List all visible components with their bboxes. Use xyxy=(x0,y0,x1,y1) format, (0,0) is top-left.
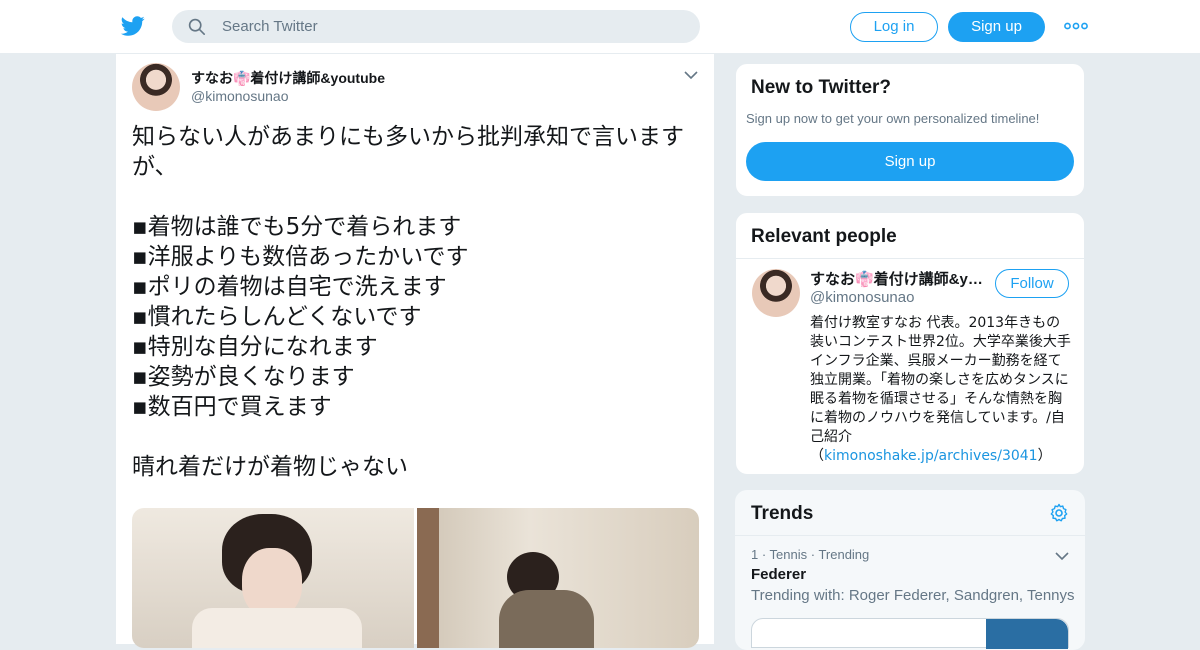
trend-item[interactable]: 1 · Tennis · Trending Federer Trending w… xyxy=(751,547,1081,604)
person-handle[interactable]: @kimonosunao xyxy=(810,289,914,306)
sidebar-signup-button[interactable]: Sign up xyxy=(746,142,1074,181)
tweet-photo-2[interactable] xyxy=(417,508,699,648)
tweet-line xyxy=(132,422,704,452)
tweet-line: ▪︎着物は誰でも5分で着られます xyxy=(132,214,462,240)
signup-button[interactable]: Sign up xyxy=(948,12,1045,42)
tweet-line: ▪︎特別な自分になれます xyxy=(132,334,378,360)
photo-kimono xyxy=(499,590,594,648)
tweet-line: 晴れ着だけが着物じゃない xyxy=(132,454,408,480)
trend-media-preview[interactable] xyxy=(751,618,1069,649)
trend-name[interactable]: Federer xyxy=(751,566,1081,583)
photo-kimono xyxy=(192,608,362,648)
trends-title: Trends xyxy=(751,503,814,524)
tweet-text: 知らない人があまりにも多いから批判承知で言います が、 ▪︎着物は誰でも5分で着… xyxy=(132,122,704,482)
new-to-twitter-card: New to Twitter? Sign up now to get your … xyxy=(735,63,1085,197)
search-input[interactable] xyxy=(222,10,682,43)
person-bio-end: ） xyxy=(1037,448,1052,464)
login-button[interactable]: Log in xyxy=(850,12,938,42)
person-name[interactable]: すなお👘着付け講師&y… xyxy=(810,268,983,289)
gear-icon[interactable] xyxy=(1049,503,1069,523)
relevant-people-card: Relevant people すなお👘着付け講師&y… @kimonosuna… xyxy=(735,212,1085,475)
person-avatar[interactable] xyxy=(752,269,800,317)
divider xyxy=(735,535,1085,536)
top-navigation-bar: Log in Sign up xyxy=(0,0,1200,54)
follow-button[interactable]: Follow xyxy=(995,269,1069,298)
author-name[interactable]: すなお👘着付け講師&youtube xyxy=(191,68,385,88)
relevant-person: すなお👘着付け講師&y… @kimonosunao Follow 着付け教室すな… xyxy=(736,258,1084,474)
trends-card: Trends 1 · Tennis · Trending Federer Tre… xyxy=(735,490,1085,650)
author-avatar[interactable] xyxy=(132,63,180,111)
trend-related: Trending with: Roger Federer, Sandgren, … xyxy=(751,587,1075,604)
chevron-down-icon[interactable] xyxy=(684,70,698,80)
person-bio: 着付け教室すなお 代表。2013年きもの装いコンテスト世界2位。大学卒業後大手イ… xyxy=(810,314,1072,466)
tweet-line: ▪︎洋服よりも数倍あったかいです xyxy=(132,244,469,270)
author-handle[interactable]: @kimonosunao xyxy=(191,88,289,104)
new-to-twitter-subtitle: Sign up now to get your own personalized… xyxy=(746,111,1040,126)
trend-media-thumbnail xyxy=(986,619,1068,649)
photo-door-frame xyxy=(417,508,439,648)
tweet-line: ▪︎数百円で買えます xyxy=(132,394,332,420)
tweet-line: ▪︎ポリの着物は自宅で洗えます xyxy=(132,274,447,300)
tweet-photo-grid xyxy=(132,508,699,648)
tweet-card: すなお👘着付け講師&youtube @kimonosunao 知らない人があまり… xyxy=(115,54,715,648)
search-box[interactable] xyxy=(172,10,700,43)
tweet-line xyxy=(132,182,704,212)
tweet-line: が、 xyxy=(132,154,178,180)
relevant-people-title: Relevant people xyxy=(751,226,897,247)
tweet-line: ▪︎姿勢が良くなります xyxy=(132,364,355,390)
bio-link[interactable]: kimonoshake.jp/archives/3041 xyxy=(824,448,1038,464)
tweet-photo-1[interactable] xyxy=(132,508,414,648)
chevron-down-icon[interactable] xyxy=(1055,551,1069,561)
new-to-twitter-title: New to Twitter? xyxy=(751,77,892,98)
tweet-line: ▪︎慣れたらしんどくないです xyxy=(132,304,422,330)
search-icon xyxy=(188,18,206,36)
twitter-bird-logo-icon[interactable] xyxy=(120,14,146,38)
more-options-icon[interactable] xyxy=(1064,18,1088,34)
trend-meta: 1 · Tennis · Trending xyxy=(751,547,870,562)
person-bio-text: 着付け教室すなお 代表。2013年きもの装いコンテスト世界2位。大学卒業後大手イ… xyxy=(810,315,1071,464)
tweet-line: 知らない人があまりにも多いから批判承知で言います xyxy=(132,124,684,150)
